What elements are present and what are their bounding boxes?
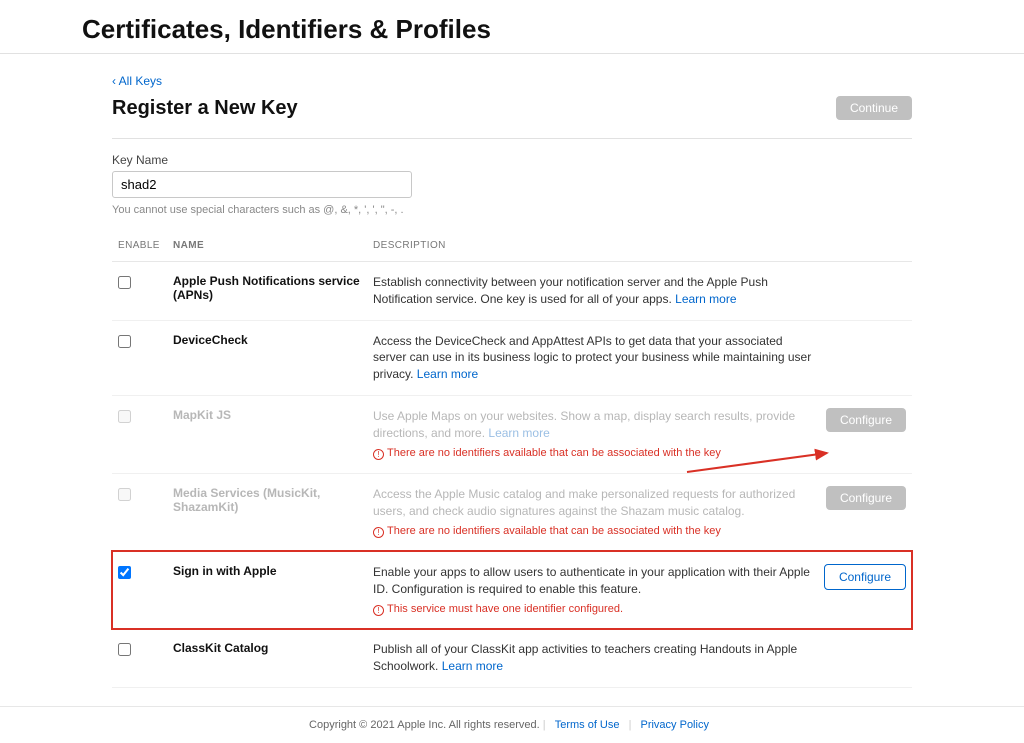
name-mapkit: MapKit JS bbox=[167, 395, 367, 473]
footer-copyright: Copyright © 2021 Apple Inc. All rights r… bbox=[309, 719, 540, 731]
row-media: Media Services (MusicKit, ShazamKit) Acc… bbox=[112, 473, 912, 551]
desc-siwa: Enable your apps to allow users to authe… bbox=[367, 551, 818, 628]
footer-terms-link[interactable]: Terms of Use bbox=[555, 719, 620, 731]
error-media: !There are no identifiers available that… bbox=[373, 524, 812, 539]
configure-mapkit-button: Configure bbox=[826, 408, 906, 432]
key-name-label: Key Name bbox=[112, 153, 912, 167]
error-siwa: !This service must have one identifier c… bbox=[373, 602, 812, 617]
desc-classkit: Publish all of your ClassKit app activit… bbox=[367, 629, 818, 687]
configure-siwa-button[interactable]: Configure bbox=[824, 564, 906, 590]
error-icon: ! bbox=[373, 449, 384, 460]
enable-media-checkbox bbox=[118, 488, 131, 501]
key-name-input[interactable] bbox=[112, 171, 412, 198]
enable-devicecheck-checkbox[interactable] bbox=[118, 335, 131, 348]
learn-more-classkit[interactable]: Learn more bbox=[442, 659, 503, 673]
th-description: DESCRIPTION bbox=[367, 230, 818, 262]
th-enable: ENABLE bbox=[112, 230, 167, 262]
services-table: ENABLE NAME DESCRIPTION Apple Push Notif… bbox=[112, 230, 912, 688]
row-mapkit: MapKit JS Use Apple Maps on your website… bbox=[112, 395, 912, 473]
name-siwa: Sign in with Apple bbox=[167, 551, 367, 628]
name-media: Media Services (MusicKit, ShazamKit) bbox=[167, 473, 367, 551]
desc-apns: Establish connectivity between your noti… bbox=[367, 262, 818, 321]
error-icon: ! bbox=[373, 605, 384, 616]
th-name: NAME bbox=[167, 230, 367, 262]
register-new-key-heading: Register a New Key bbox=[112, 97, 298, 120]
desc-media: Access the Apple Music catalog and make … bbox=[367, 473, 818, 551]
error-icon: ! bbox=[373, 527, 384, 538]
footer: Copyright © 2021 Apple Inc. All rights r… bbox=[0, 706, 1024, 743]
learn-more-devicecheck[interactable]: Learn more bbox=[417, 367, 478, 381]
enable-classkit-checkbox[interactable] bbox=[118, 643, 131, 656]
desc-mapkit: Use Apple Maps on your websites. Show a … bbox=[367, 395, 818, 473]
footer-privacy-link[interactable]: Privacy Policy bbox=[640, 719, 708, 731]
error-mapkit: !There are no identifiers available that… bbox=[373, 446, 812, 461]
row-sign-in-with-apple: Sign in with Apple Enable your apps to a… bbox=[112, 551, 912, 628]
enable-siwa-checkbox[interactable] bbox=[118, 566, 131, 579]
configure-media-button: Configure bbox=[826, 486, 906, 510]
key-name-hint: You cannot use special characters such a… bbox=[112, 204, 912, 216]
row-apns: Apple Push Notifications service (APNs) … bbox=[112, 262, 912, 321]
enable-mapkit-checkbox bbox=[118, 410, 131, 423]
enable-apns-checkbox[interactable] bbox=[118, 276, 131, 289]
learn-more-apns[interactable]: Learn more bbox=[675, 292, 736, 306]
continue-button[interactable]: Continue bbox=[836, 96, 912, 120]
page-title: Certificates, Identifiers & Profiles bbox=[0, 0, 1024, 54]
back-all-keys-link[interactable]: ‹ All Keys bbox=[112, 74, 912, 88]
row-devicecheck: DeviceCheck Access the DeviceCheck and A… bbox=[112, 320, 912, 395]
row-classkit: ClassKit Catalog Publish all of your Cla… bbox=[112, 629, 912, 687]
learn-more-mapkit[interactable]: Learn more bbox=[488, 426, 549, 440]
name-classkit: ClassKit Catalog bbox=[167, 629, 367, 687]
desc-devicecheck: Access the DeviceCheck and AppAttest API… bbox=[367, 320, 818, 395]
name-apns: Apple Push Notifications service (APNs) bbox=[167, 262, 367, 321]
name-devicecheck: DeviceCheck bbox=[167, 320, 367, 395]
